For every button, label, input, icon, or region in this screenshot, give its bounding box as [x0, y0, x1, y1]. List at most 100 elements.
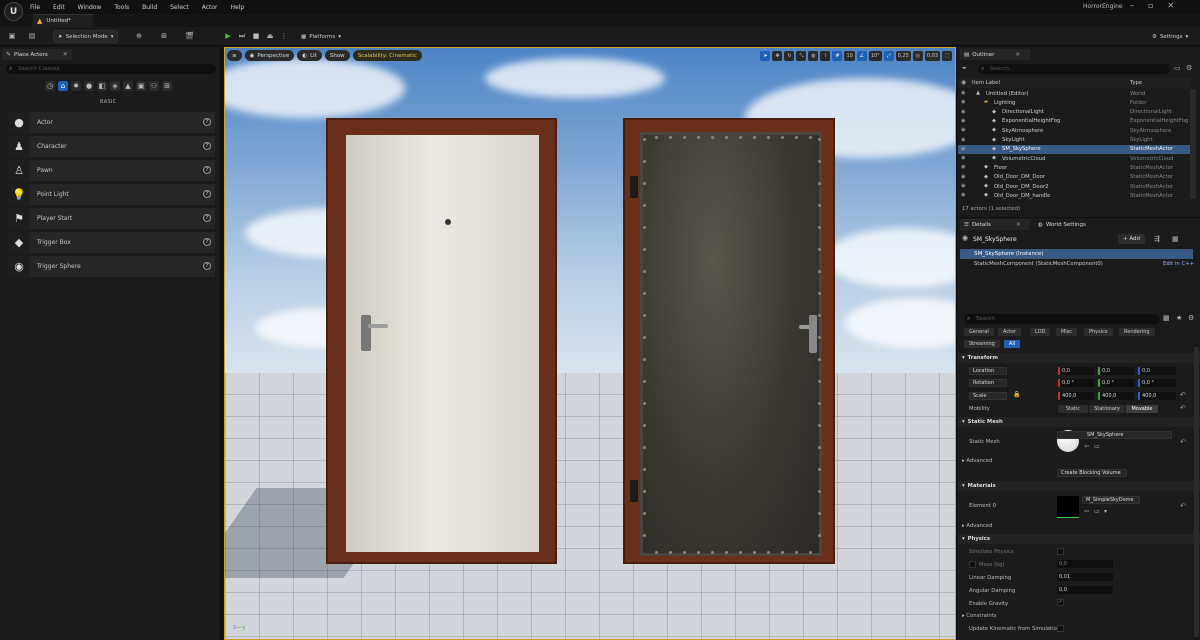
outliner-scrollbar[interactable] — [1190, 89, 1196, 199]
save-icon[interactable]: ▣ — [8, 32, 16, 40]
close-tab-icon[interactable]: ✕ — [1016, 222, 1021, 228]
tab-details[interactable]: ☰ Details ✕ — [960, 219, 1030, 230]
scale-x-field[interactable]: 400,0 — [1058, 392, 1094, 400]
material-dropdown[interactable]: M_SimpleSkyDome — [1082, 496, 1140, 504]
mass-override-checkbox[interactable] — [969, 561, 976, 568]
filter-general[interactable]: General — [964, 328, 994, 336]
visibility-eye-icon[interactable]: ◉ — [961, 174, 966, 180]
rotate-icon[interactable]: ↻ — [784, 51, 795, 61]
reset-arrow-icon[interactable]: ↶ — [1180, 438, 1186, 446]
location-mode-dropdown[interactable]: Location — [969, 367, 1007, 375]
outliner-row[interactable]: ◉ ▲ Untitled (Editor) World — [958, 89, 1190, 98]
mobility-stationary[interactable]: Stationary — [1089, 405, 1125, 413]
close-tab-icon[interactable]: ✕ — [63, 51, 68, 58]
help-icon[interactable]: ? — [203, 238, 211, 246]
select-icon[interactable]: ➤ — [760, 51, 771, 61]
visibility-eye-icon[interactable]: ◉ — [961, 183, 966, 189]
reset-arrow-icon[interactable]: ↶ — [1180, 404, 1186, 412]
static-mesh-dropdown[interactable]: SM_SkySphere — [1057, 431, 1172, 439]
play-options-icon[interactable]: ⋮ — [280, 32, 288, 40]
outliner-row[interactable]: ◉ ◆ SM_SkySphere StaticMeshActor — [958, 144, 1190, 154]
enable-gravity-checkbox[interactable]: ✓ — [1057, 599, 1064, 606]
help-icon[interactable]: ? — [203, 262, 211, 270]
materials-advanced[interactable]: ▸ Advanced — [962, 523, 993, 529]
outliner-row[interactable]: ◉ ◆ SkyLight SkyLight — [958, 136, 1190, 145]
visibility-eye-icon[interactable]: ◉ — [961, 164, 966, 170]
add-folder-icon[interactable]: ▭ — [1174, 64, 1181, 72]
component-instance-row[interactable]: SM_SkySphere (Instance) — [960, 249, 1193, 259]
level-viewport[interactable]: ≡ ◉ Perspective ◐ Lit Show Scalability: Ci… — [224, 47, 956, 640]
actor-item-pawn[interactable]: ♙ Pawn ? — [8, 160, 215, 181]
add-content-icon[interactable]: ⊕ — [135, 32, 143, 40]
visibility-eye-icon[interactable]: ◉ — [961, 155, 966, 161]
visibility-eye-icon[interactable]: ◉ — [961, 109, 966, 115]
outliner-settings-icon[interactable]: ⚙ — [1186, 64, 1192, 72]
reset-arrow-icon[interactable]: ↶ — [1180, 391, 1186, 399]
angular-damping-field[interactable]: 0,0 — [1057, 586, 1113, 594]
simulate-physics-checkbox[interactable] — [1057, 548, 1064, 555]
section-static-mesh[interactable]: ▾ Static Mesh — [958, 417, 1200, 427]
help-icon[interactable]: ? — [203, 166, 211, 174]
outliner-row[interactable]: ◉ ▰ Lighting Folder — [958, 98, 1190, 107]
actor-name-field[interactable]: SM_SkySphere — [973, 236, 1017, 243]
old-door-white[interactable] — [346, 135, 539, 552]
all-classes-icon[interactable]: ⚇ — [149, 81, 159, 91]
camera-speed-value[interactable]: 0,03 — [924, 51, 940, 61]
menu-tools[interactable]: Tools — [114, 4, 129, 11]
more-icon[interactable]: ⊞ — [162, 81, 172, 91]
outliner-row[interactable]: ◉ ◆ Old_Door_DM_handle StaticMeshActor — [958, 191, 1190, 200]
scale-snap-value[interactable]: 0,25 — [895, 51, 911, 61]
outliner-row[interactable]: ◉ ◆ SkyAtmosphere SkyAtmosphere — [958, 126, 1190, 135]
perspective-button[interactable]: ◉ Perspective — [244, 50, 295, 61]
menu-actor[interactable]: Actor — [202, 4, 218, 11]
tab-world-settings[interactable]: ◍ World Settings — [1034, 219, 1104, 230]
platforms-dropdown[interactable]: ▦ Platforms ▾ — [297, 30, 345, 43]
actor-item-point-light[interactable]: 💡 Point Light ? — [8, 184, 215, 205]
col-item-label[interactable]: Item Label — [972, 80, 1000, 86]
help-icon[interactable]: ? — [203, 118, 211, 126]
basic-icon[interactable]: ⌂ — [58, 81, 68, 91]
update-kinematic-checkbox[interactable] — [1057, 625, 1064, 632]
scale-y-field[interactable]: 400,0 — [1098, 392, 1134, 400]
section-physics[interactable]: ▾ Physics — [958, 534, 1200, 544]
step-icon[interactable]: ⏭ — [238, 32, 246, 40]
outliner-row[interactable]: ◉ ◆ DirectionalLight DirectionalLight — [958, 108, 1190, 117]
translate-icon[interactable]: ✥ — [772, 51, 783, 61]
mass-kg-field[interactable]: 0,0 — [1057, 560, 1113, 568]
outliner-row[interactable]: ◉ ◆ ExponentialHeightFog ExponentialHeightF… — [958, 117, 1190, 126]
rotation-y-field[interactable]: 0,0 ° — [1098, 379, 1134, 387]
location-y-field[interactable]: 0,0 — [1098, 367, 1134, 375]
lights-icon[interactable]: ✹ — [71, 81, 81, 91]
shapes-icon[interactable]: ● — [84, 81, 94, 91]
linear-damping-field[interactable]: 0,01 — [1057, 573, 1113, 581]
favorites-star-icon[interactable]: ★ — [1176, 314, 1182, 322]
actor-item-trigger-box[interactable]: ◆ Trigger Box ? — [8, 232, 215, 253]
details-settings-icon[interactable]: ⚙ — [1188, 314, 1194, 322]
browse-folder-icon[interactable]: ▭ — [1094, 508, 1100, 515]
filter-rendering[interactable]: Rendering — [1119, 328, 1155, 336]
location-z-field[interactable]: 0,0 — [1138, 367, 1176, 375]
minimize-icon[interactable]: – — [1130, 1, 1134, 10]
rotation-z-field[interactable]: 0,0 ° — [1138, 379, 1176, 387]
close-tab-icon[interactable]: ✕ — [1015, 52, 1020, 58]
panel-layout-icon[interactable]: ▦ — [1172, 235, 1179, 243]
filter-all[interactable]: All — [1004, 340, 1021, 348]
mobility-static[interactable]: Static — [1058, 405, 1088, 413]
property-matrix-icon[interactable]: ▦ — [1163, 314, 1170, 322]
filter-misc[interactable]: Misc — [1056, 328, 1078, 336]
edit-in-cpp-link[interactable]: Edit in C++ — [1163, 261, 1194, 267]
outliner-search-input[interactable]: Search... — [978, 64, 1170, 74]
section-transform[interactable]: ▾ Transform — [958, 353, 1200, 363]
mobility-movable[interactable]: Movable — [1126, 405, 1158, 413]
chevron-down-icon[interactable]: ▾ — [1104, 508, 1107, 515]
visibility-eye-icon[interactable]: ◉ — [961, 146, 966, 152]
rotation-x-field[interactable]: 0,0 ° — [1058, 379, 1094, 387]
filter-streaming[interactable]: Streaming — [964, 340, 1000, 348]
scalability-button[interactable]: Scalability: Cinematic — [352, 50, 422, 61]
menu-edit[interactable]: Edit — [53, 4, 65, 11]
visibility-eye-icon[interactable]: ◉ — [961, 127, 966, 133]
visibility-eye-icon[interactable]: ◉ — [961, 192, 966, 198]
visual-effects-icon[interactable]: ◈ — [110, 81, 120, 91]
filter-icon[interactable]: ⏷ — [962, 65, 967, 73]
visibility-eye-icon[interactable]: ◉ — [961, 99, 966, 105]
